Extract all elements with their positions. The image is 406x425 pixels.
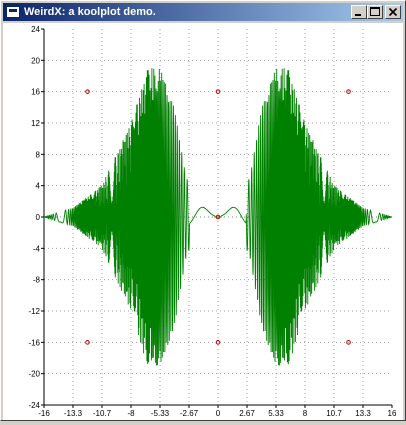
x-tick-label: 13.3 — [355, 409, 371, 418]
minimize-icon — [355, 14, 361, 16]
series-line — [43, 68, 393, 366]
y-tick-label: 0 — [36, 213, 41, 222]
maximize-icon — [370, 7, 380, 16]
y-tick-label: 20 — [31, 56, 40, 65]
x-tick-label: -2.67 — [180, 409, 199, 418]
series-lines — [43, 68, 393, 366]
x-tick-label: -10.7 — [93, 409, 112, 418]
y-tick-label: 16 — [31, 88, 40, 97]
window-title: WeirdX: a koolplot demo. — [24, 6, 156, 18]
title-bar[interactable]: WeirdX: a koolplot demo. — [3, 3, 403, 21]
weirdx-app-icon[interactable] — [6, 6, 20, 18]
x-tick-label: 0 — [216, 409, 221, 418]
x-tick-label: 8 — [303, 409, 308, 418]
x-tick-label: -16 — [38, 409, 50, 418]
app-window: WeirdX: a koolplot demo. -16 -13.3 -10.7… — [0, 0, 406, 421]
plot-area: -16 -13.3 -10.7 -8 -5.33 -2.67 0 2.67 5.33 8 10.7 1… — [3, 23, 403, 420]
koolplot-chart: -16 -13.3 -10.7 -8 -5.33 -2.67 0 2.67 5.33 8 10.7 1… — [28, 25, 397, 418]
x-tick-label: 5.33 — [268, 409, 284, 418]
x-tick-label: 16 — [388, 409, 397, 418]
y-tick-label: -20 — [28, 370, 40, 379]
x-tick-label: 2.67 — [239, 409, 255, 418]
y-tick-label: -12 — [28, 307, 40, 316]
x-tick-label: -13.3 — [64, 409, 83, 418]
minimize-button[interactable] — [351, 5, 367, 19]
y-tick-label: 4 — [36, 182, 41, 191]
x-tick-label: -8 — [127, 409, 135, 418]
close-icon — [388, 7, 398, 17]
x-tick-label: 10.7 — [326, 409, 342, 418]
y-tick-label: 12 — [31, 119, 40, 128]
x-tick-label: -5.33 — [151, 409, 170, 418]
maximize-button[interactable] — [367, 5, 383, 19]
y-tick-label: -16 — [28, 338, 40, 347]
window-controls — [351, 5, 401, 19]
y-tick-label: 8 — [36, 150, 41, 159]
y-tick-label: -24 — [28, 401, 40, 410]
y-tick-label: -4 — [33, 244, 41, 253]
y-tick-label: -8 — [33, 276, 41, 285]
close-button[interactable] — [385, 5, 401, 19]
y-tick-label: 24 — [31, 25, 40, 34]
